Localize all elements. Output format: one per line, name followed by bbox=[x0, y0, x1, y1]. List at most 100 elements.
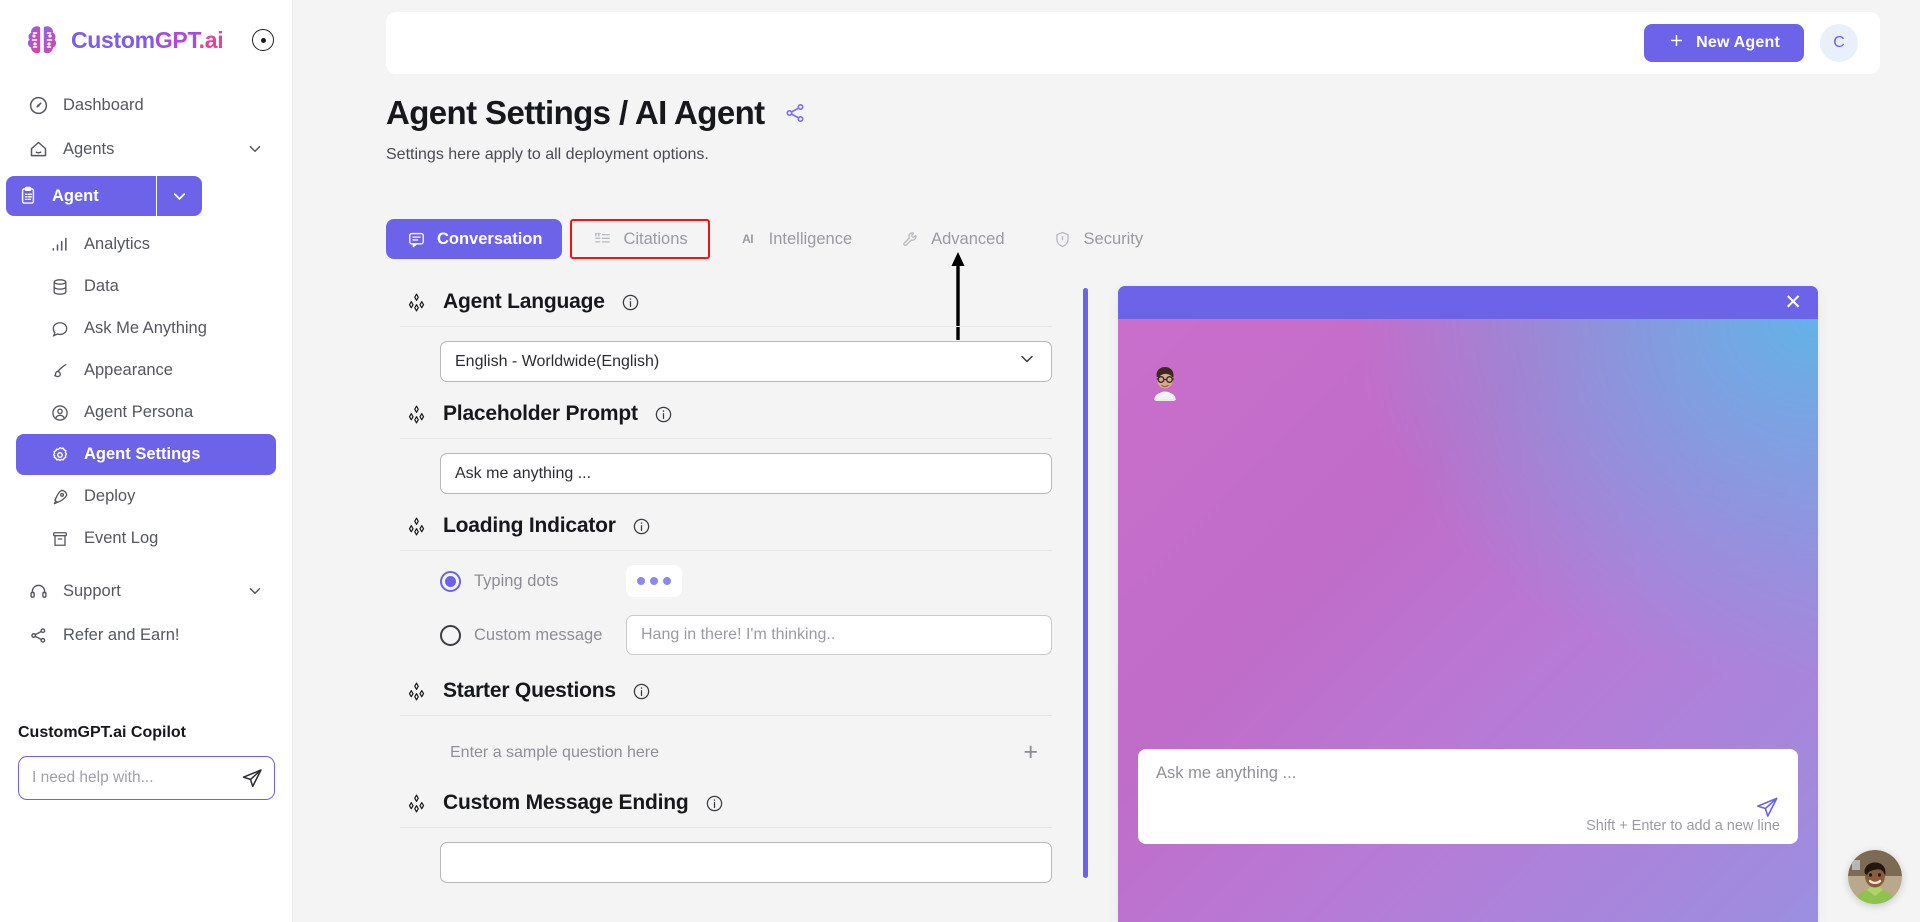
section-title: Agent Language bbox=[443, 290, 605, 313]
quote-list-icon bbox=[592, 229, 612, 249]
sidebar-item-deploy[interactable]: Deploy bbox=[16, 476, 276, 517]
sidebar-item-agent-persona[interactable]: Agent Persona bbox=[16, 392, 276, 433]
section-title: Placeholder Prompt bbox=[443, 402, 638, 425]
support-agent-avatar-image[interactable] bbox=[1848, 850, 1902, 904]
tab-citations[interactable]: Citations bbox=[570, 219, 710, 259]
sidebar-item-data[interactable]: Data bbox=[16, 266, 276, 307]
sidebar-item-label: Agent Persona bbox=[84, 403, 194, 421]
chat-preview-header: ✕ bbox=[1118, 286, 1818, 319]
chat-preview-body: Ask me anything ... Shift + Enter to add… bbox=[1118, 319, 1818, 922]
radio-typing-dots[interactable] bbox=[440, 570, 461, 592]
sidebar-item-label: Data bbox=[84, 277, 119, 295]
loading-option-typing-dots[interactable]: Typing dots bbox=[440, 565, 1052, 597]
close-icon[interactable]: ✕ bbox=[1784, 292, 1802, 313]
sidebar-item-agent-settings[interactable]: Agent Settings bbox=[16, 434, 276, 475]
tab-conversation[interactable]: Conversation bbox=[386, 219, 563, 259]
sidebar-item-event-log[interactable]: Event Log bbox=[16, 518, 276, 559]
agent-pill-label: Agent bbox=[52, 186, 99, 205]
app-root: CustomGPT.ai Dashboard Agents Agent Anal… bbox=[0, 0, 1920, 922]
agent-subnav: Analytics Data Ask Me Anything Appearanc… bbox=[0, 222, 292, 559]
placeholder-prompt-input[interactable] bbox=[455, 464, 1037, 483]
loading-option-custom-message[interactable]: Custom message bbox=[440, 615, 1052, 655]
sidebar-item-ask-me-anything[interactable]: Ask Me Anything bbox=[16, 308, 276, 349]
chat-preview-hint: Shift + Enter to add a new line bbox=[1586, 818, 1780, 834]
page-subtitle: Settings here apply to all deployment op… bbox=[386, 146, 709, 163]
send-paperplane-icon[interactable] bbox=[240, 766, 264, 790]
paintbrush-icon bbox=[50, 361, 70, 381]
copilot-input[interactable] bbox=[32, 769, 232, 787]
brand-name: CustomGPT.ai bbox=[71, 26, 224, 54]
chat-preview-placeholder: Ask me anything ... bbox=[1156, 764, 1297, 782]
user-circle-icon bbox=[50, 403, 70, 423]
tab-advanced[interactable]: Advanced bbox=[880, 219, 1024, 259]
section-title: Starter Questions bbox=[443, 679, 616, 702]
avatar[interactable]: C bbox=[1820, 24, 1858, 62]
send-paperplane-icon[interactable] bbox=[1754, 794, 1780, 820]
plus-icon[interactable]: + bbox=[1023, 740, 1038, 765]
sidebar-item-agents[interactable]: Agents bbox=[16, 128, 276, 170]
page-title: Agent Settings / AI Agent bbox=[386, 94, 765, 131]
custom-message-ending-input[interactable] bbox=[455, 853, 1037, 872]
sparkle-diamond-icon bbox=[406, 793, 427, 814]
sidebar-item-label: Agents bbox=[63, 139, 115, 158]
sparkle-diamond-icon bbox=[406, 516, 427, 537]
agent-pill-chevron-down-icon[interactable] bbox=[156, 176, 202, 216]
section-placeholder-prompt: Placeholder Prompt bbox=[386, 392, 1066, 502]
custom-message-label-group[interactable]: Custom message bbox=[440, 624, 626, 646]
sidebar-item-support[interactable]: Support bbox=[16, 570, 276, 612]
settings-scrollbar-track[interactable] bbox=[1083, 288, 1088, 878]
sidebar-item-agent-selected[interactable]: Agent bbox=[6, 176, 202, 216]
info-icon[interactable] bbox=[621, 293, 640, 312]
custom-message-input-box[interactable] bbox=[626, 615, 1052, 655]
collapse-sidebar-icon[interactable] bbox=[252, 29, 274, 51]
copilot-input-box[interactable] bbox=[18, 756, 275, 800]
section-loading-indicator: Loading Indicator Typing dots Custom mes… bbox=[386, 504, 1066, 667]
sidebar-item-analytics[interactable]: Analytics bbox=[16, 224, 276, 265]
agent-language-select[interactable]: English - Worldwide(English) bbox=[440, 341, 1052, 382]
footer-nav: Support Refer and Earn! bbox=[0, 560, 292, 656]
page-header: Agent Settings / AI Agent Settings here … bbox=[386, 94, 807, 164]
share-nodes-icon bbox=[28, 625, 49, 646]
info-icon[interactable] bbox=[632, 682, 651, 701]
share-icon[interactable] bbox=[783, 101, 807, 125]
new-agent-button[interactable]: New Agent bbox=[1644, 24, 1804, 62]
agent-avatar-image bbox=[1144, 361, 1186, 403]
chat-preview-input-footer: Shift + Enter to add a new line bbox=[1156, 797, 1780, 834]
settings-form: Agent Language English - Worldwide(Engli… bbox=[386, 280, 1066, 922]
tab-security[interactable]: Security bbox=[1033, 219, 1164, 259]
section-header: Loading Indicator bbox=[386, 504, 1066, 550]
database-icon bbox=[50, 277, 70, 297]
brand-name-part2: GPT bbox=[154, 26, 199, 53]
settings-tabs: Conversation Citations AI Intelligence A… bbox=[386, 219, 1163, 259]
sidebar-item-dashboard[interactable]: Dashboard bbox=[16, 84, 276, 126]
sidebar-item-refer-and-earn[interactable]: Refer and Earn! bbox=[16, 614, 276, 656]
typing-dots-label-group[interactable]: Typing dots bbox=[440, 570, 626, 592]
sparkle-diamond-icon bbox=[406, 681, 427, 702]
agent-pill-main[interactable]: Agent bbox=[6, 176, 156, 216]
section-body: Typing dots Custom message bbox=[386, 551, 1066, 667]
custom-message-ending-box[interactable] bbox=[440, 842, 1052, 883]
gear-icon bbox=[50, 445, 70, 465]
clipboard-icon bbox=[18, 186, 38, 206]
starter-question-row[interactable]: + bbox=[440, 734, 1052, 771]
tab-label: Conversation bbox=[437, 229, 543, 248]
ai-text-icon: AI bbox=[742, 232, 754, 246]
copilot-section: CustomGPT.ai Copilot bbox=[0, 724, 293, 800]
section-title: Loading Indicator bbox=[443, 514, 616, 537]
rocket-icon bbox=[50, 487, 70, 507]
sidebar-item-appearance[interactable]: Appearance bbox=[16, 350, 276, 391]
custom-message-input[interactable] bbox=[641, 626, 1037, 644]
info-icon[interactable] bbox=[705, 794, 724, 813]
sidebar-item-label: Agent Settings bbox=[84, 445, 201, 463]
chat-preview-input-box[interactable]: Ask me anything ... Shift + Enter to add… bbox=[1138, 749, 1798, 844]
sparkle-diamond-icon bbox=[406, 292, 427, 313]
settings-scrollbar-thumb[interactable] bbox=[1083, 288, 1088, 878]
placeholder-prompt-box[interactable] bbox=[440, 453, 1052, 494]
info-icon[interactable] bbox=[654, 405, 673, 424]
section-body bbox=[386, 439, 1066, 502]
tab-intelligence[interactable]: AI Intelligence bbox=[718, 219, 872, 259]
starter-question-input[interactable] bbox=[450, 743, 1024, 762]
radio-custom-message[interactable] bbox=[440, 624, 461, 646]
sidebar: CustomGPT.ai Dashboard Agents Agent Anal… bbox=[0, 0, 293, 922]
info-icon[interactable] bbox=[632, 517, 651, 536]
